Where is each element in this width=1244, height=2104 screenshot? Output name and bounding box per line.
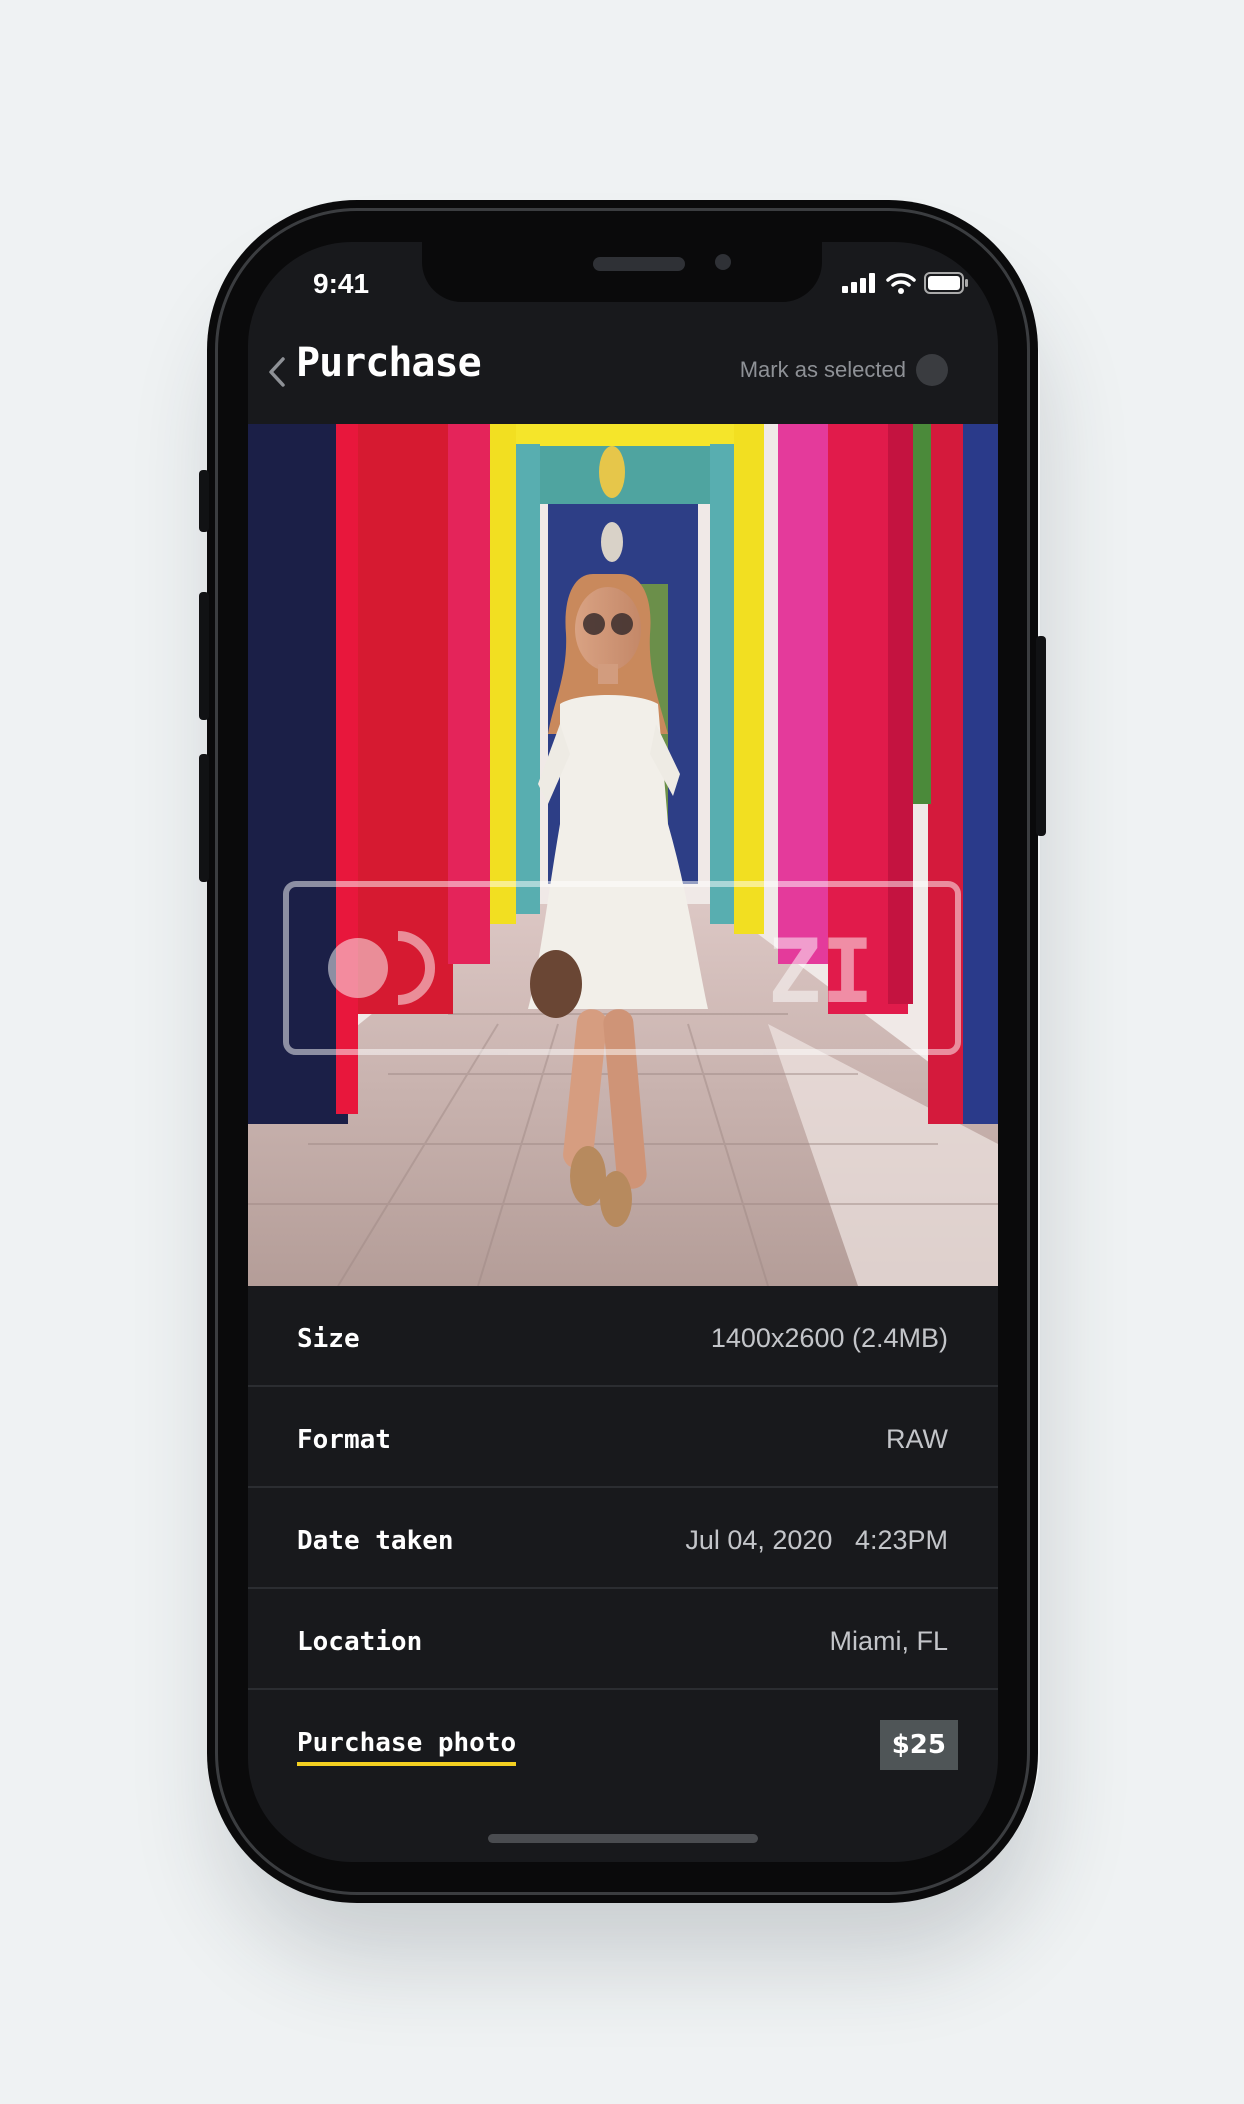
front-camera: [715, 254, 731, 270]
detail-label: Size: [297, 1324, 360, 1354]
purchase-row: Purchase photo $25: [248, 1690, 998, 1810]
svg-text:ZI: ZI: [768, 920, 874, 1023]
header: Purchase Mark as selected: [248, 330, 998, 412]
home-indicator[interactable]: [488, 1834, 758, 1843]
detail-label: Date taken: [297, 1526, 454, 1556]
mark-as-selected-label: Mark as selected: [739, 357, 906, 382]
detail-row-date-taken: Date taken Jul 04, 2020 4:23PM: [248, 1488, 998, 1589]
detail-value: Jul 04, 2020 4:23PM: [685, 1525, 948, 1555]
detail-value: 1400x2600 (2.4MB): [710, 1323, 948, 1353]
price-badge[interactable]: $25: [879, 1720, 958, 1770]
status-time: 9:41: [313, 268, 370, 299]
page-title: Purchase: [296, 340, 482, 386]
silent-switch: [199, 470, 209, 532]
status-icons: [842, 272, 970, 298]
detail-row-format: Format RAW: [248, 1387, 998, 1488]
battery-icon: [924, 272, 970, 298]
wifi-icon: [886, 272, 916, 298]
photo-details: Size 1400x2600 (2.4MB) Format RAW Date t…: [248, 1286, 998, 1810]
back-chevron-icon: [269, 357, 285, 387]
detail-value: RAW: [886, 1424, 948, 1454]
detail-label: Format: [297, 1425, 391, 1455]
power-button: [1036, 636, 1046, 836]
mark-as-selected-control[interactable]: Mark as selected: [740, 354, 948, 386]
volume-down-button: [199, 754, 209, 882]
photo-preview[interactable]: ZI: [248, 424, 998, 1286]
volume-up-button: [199, 592, 209, 720]
notch: [422, 242, 822, 302]
detail-label: Location: [297, 1627, 423, 1657]
detail-row-location: Location Miami, FL: [248, 1589, 998, 1690]
back-button[interactable]: [262, 354, 292, 390]
detail-row-size: Size 1400x2600 (2.4MB): [248, 1286, 998, 1387]
mark-selected-toggle[interactable]: [916, 354, 948, 386]
earpiece-speaker: [593, 257, 685, 271]
phone-screen: 9:41 Purchase Mark as selected ZI Size 1…: [248, 242, 998, 1862]
detail-value: Miami, FL: [829, 1626, 948, 1656]
purchase-photo-link[interactable]: Purchase photo: [297, 1728, 517, 1766]
signal-icon: [842, 273, 878, 297]
